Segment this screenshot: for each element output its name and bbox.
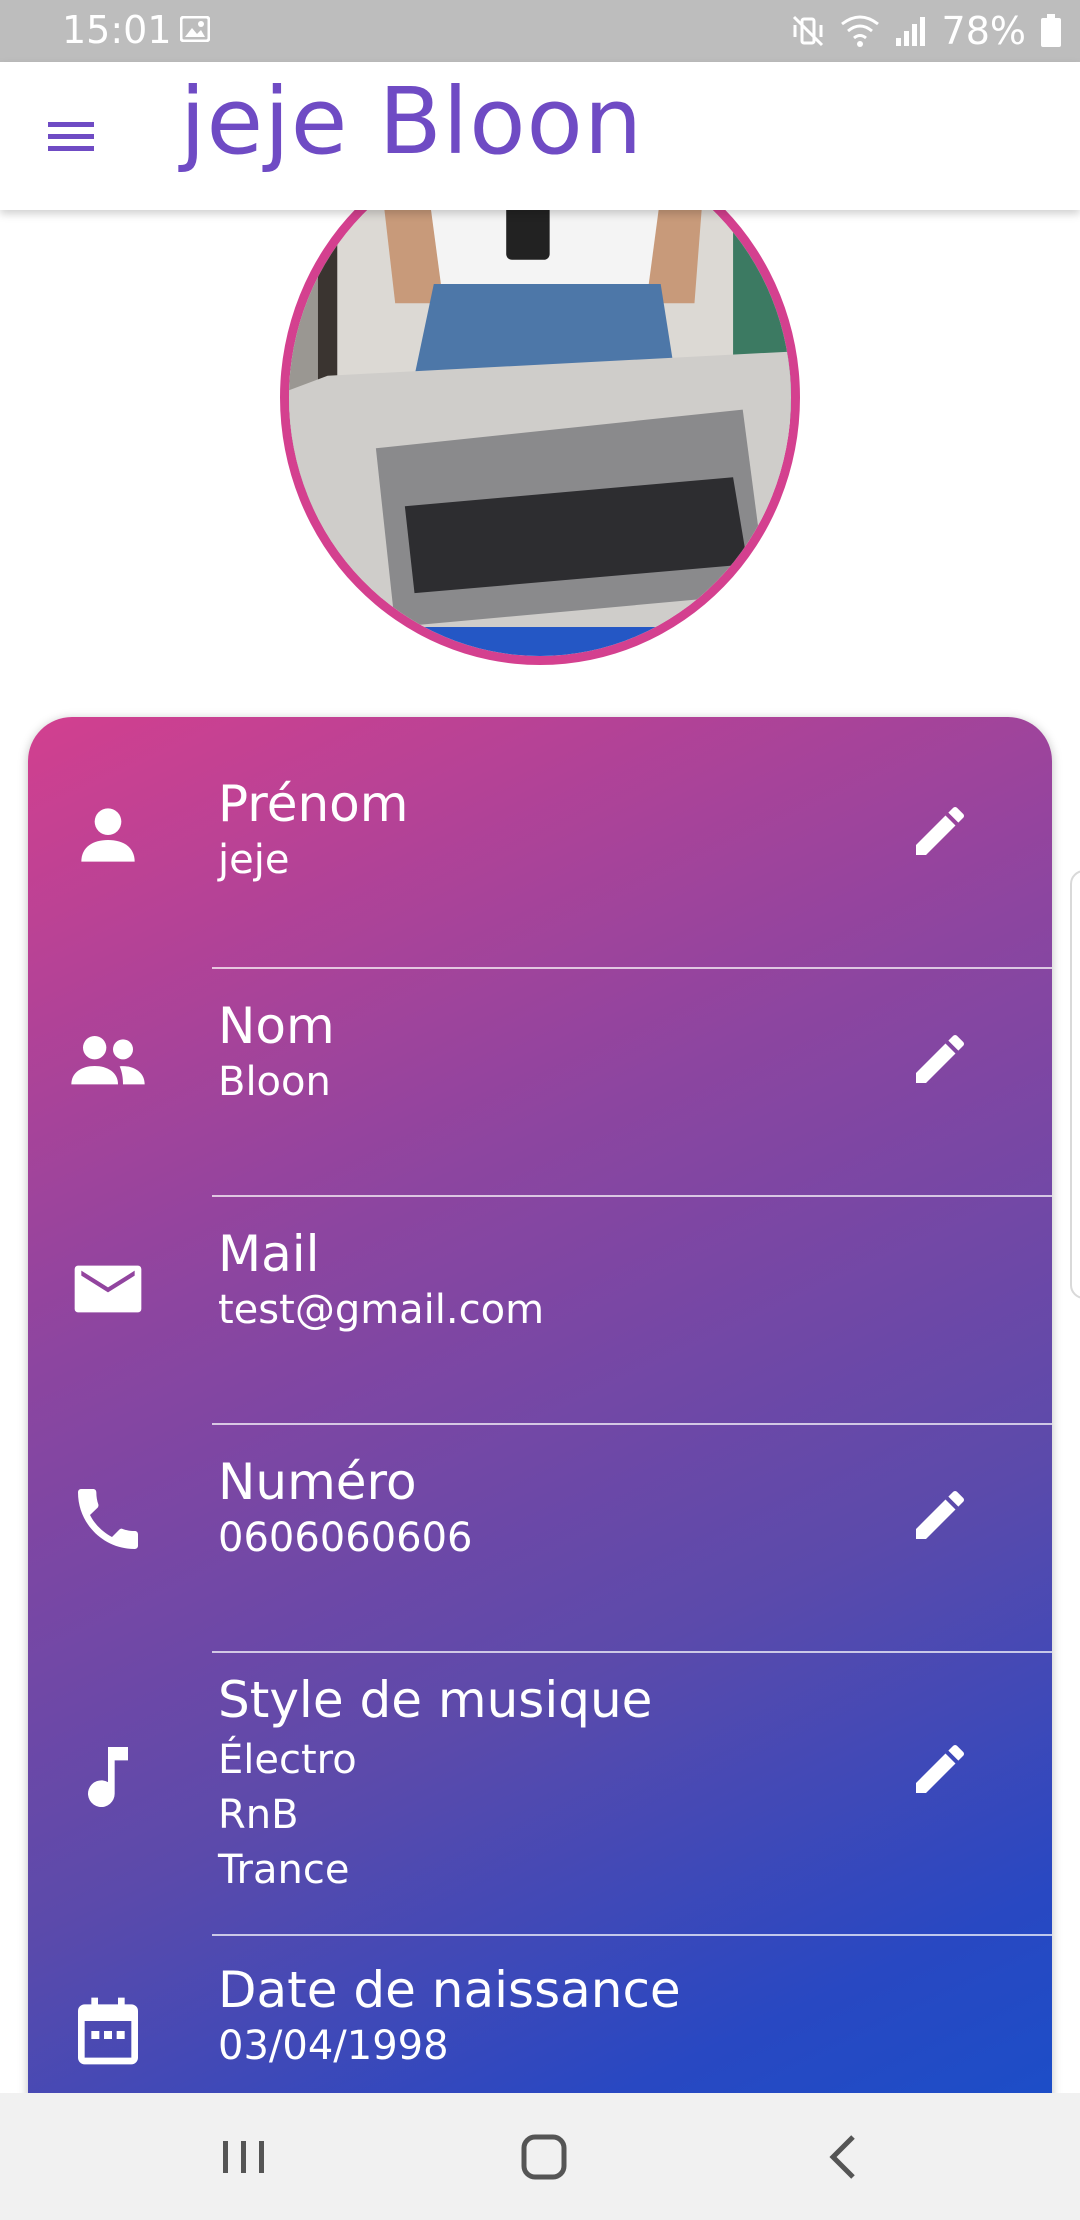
field-label: Style de musique bbox=[218, 1671, 653, 1729]
status-bar: 15:01 78% bbox=[0, 0, 1080, 62]
phone-icon bbox=[68, 1479, 148, 1559]
field-row-nom: Nom Bloon bbox=[28, 997, 1052, 1175]
battery-text: 78% bbox=[941, 9, 1026, 53]
profile-card: Prénom jeje Nom Bloon Mail test@gmail.co… bbox=[28, 717, 1052, 2117]
status-time: 15:01 bbox=[62, 8, 172, 52]
profile-avatar[interactable] bbox=[280, 130, 800, 665]
field-label: Date de naissance bbox=[218, 1961, 681, 2019]
avatar-photo bbox=[289, 139, 791, 656]
wifi-icon bbox=[840, 14, 880, 48]
edit-nom-button[interactable] bbox=[908, 1027, 972, 1091]
app-bar: jeje Bloon bbox=[0, 62, 1080, 210]
field-label: Numéro bbox=[218, 1453, 417, 1511]
field-value: test@gmail.com bbox=[218, 1287, 545, 1333]
page-title: jeje Bloon bbox=[180, 68, 644, 175]
field-value: RnB bbox=[218, 1792, 299, 1838]
image-icon bbox=[180, 16, 210, 42]
field-value: jeje bbox=[218, 837, 290, 883]
person-icon bbox=[68, 795, 148, 875]
signal-icon bbox=[894, 14, 928, 48]
field-label: Mail bbox=[218, 1225, 320, 1283]
divider bbox=[212, 1195, 1052, 1197]
field-row-prenom: Prénom jeje bbox=[28, 767, 1052, 945]
home-icon[interactable] bbox=[514, 2129, 574, 2185]
scroll-indicator[interactable] bbox=[1070, 870, 1080, 1299]
edit-music-style-button[interactable] bbox=[908, 1737, 972, 1801]
field-row-numero: Numéro 0606060606 bbox=[28, 1453, 1052, 1631]
people-icon bbox=[68, 1021, 148, 1101]
divider bbox=[212, 1934, 1052, 1936]
battery-icon bbox=[1040, 14, 1062, 48]
field-label: Prénom bbox=[218, 775, 409, 833]
field-label: Nom bbox=[218, 997, 335, 1055]
field-row-mail: Mail test@gmail.com bbox=[28, 1225, 1052, 1403]
back-icon[interactable] bbox=[815, 2129, 875, 2185]
divider bbox=[212, 1651, 1052, 1653]
system-nav-bar bbox=[0, 2093, 1080, 2220]
mute-vibrate-icon bbox=[790, 13, 826, 49]
calendar-icon bbox=[68, 1991, 148, 2071]
field-value: Trance bbox=[218, 1847, 350, 1893]
field-value: 03/04/1998 bbox=[218, 2023, 449, 2069]
edit-prenom-button[interactable] bbox=[908, 799, 972, 863]
menu-icon[interactable] bbox=[44, 112, 104, 162]
field-value: 0606060606 bbox=[218, 1515, 473, 1561]
divider bbox=[212, 967, 1052, 969]
field-value: Électro bbox=[218, 1737, 357, 1783]
divider bbox=[212, 1423, 1052, 1425]
music-note-icon bbox=[68, 1737, 148, 1817]
recent-apps-icon[interactable] bbox=[213, 2129, 273, 2185]
mail-icon bbox=[68, 1249, 148, 1329]
edit-numero-button[interactable] bbox=[908, 1483, 972, 1547]
field-row-music-style: Style de musique Électro RnB Trance bbox=[28, 1671, 1052, 1921]
field-value: Bloon bbox=[218, 1059, 331, 1105]
